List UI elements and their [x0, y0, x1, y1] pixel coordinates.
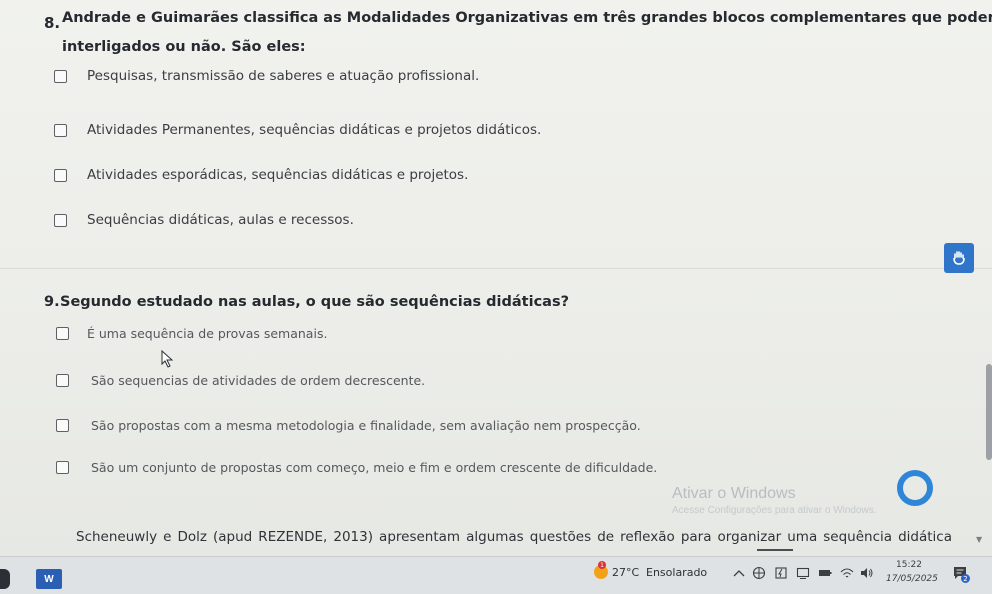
- taskbar: W 1 27°C Ensolarado 15:22 17/05/2025: [0, 556, 992, 594]
- accessibility-hand-icon[interactable]: [944, 243, 974, 273]
- mouse-pointer-icon: [160, 349, 176, 372]
- activation-watermark-subtitle: Acesse Configurações para ativar o Windo…: [672, 505, 877, 516]
- weather-alert-badge: 1: [598, 561, 606, 569]
- chevron-up-icon[interactable]: [732, 566, 746, 580]
- weather-condition[interactable]: Ensolarado: [646, 566, 707, 579]
- lightning-icon[interactable]: [774, 566, 788, 580]
- network-globe-icon[interactable]: [752, 566, 766, 580]
- question-8-option-2[interactable]: Atividades Permanentes, sequências didát…: [54, 122, 541, 138]
- option-label: Atividades Permanentes, sequências didát…: [87, 122, 542, 138]
- option-label: Sequências didáticas, aulas e recessos.: [87, 212, 354, 228]
- question-9-option-4[interactable]: São um conjunto de propostas com começo,…: [56, 460, 657, 475]
- checkbox[interactable]: [54, 123, 67, 137]
- document-page: 8. Andrade e Guimarães classifica as Mod…: [0, 0, 992, 556]
- option-label: Atividades esporádicas, sequências didát…: [87, 167, 469, 183]
- checkbox[interactable]: [54, 69, 67, 83]
- question-9-option-2[interactable]: São sequencias de atividades de ordem de…: [56, 373, 425, 388]
- chevron-down-icon[interactable]: ▼: [976, 535, 982, 544]
- question-8-number: 8.: [44, 14, 61, 32]
- scrollbar-thumb[interactable]: [986, 364, 992, 460]
- weather-temperature[interactable]: 27°C: [612, 566, 639, 579]
- option-label: São um conjunto de propostas com começo,…: [91, 460, 658, 475]
- taskbar-progress-bar: [757, 549, 793, 551]
- question-8-option-3[interactable]: Atividades esporádicas, sequências didát…: [54, 167, 468, 183]
- question-9-option-1[interactable]: É uma sequência de provas semanais.: [56, 326, 327, 341]
- option-label: É uma sequência de provas semanais.: [87, 326, 328, 341]
- display-icon[interactable]: [796, 566, 810, 580]
- loading-ring-icon: [897, 470, 933, 506]
- question-9-option-3[interactable]: São propostas com a mesma metodologia e …: [56, 418, 641, 433]
- question-8-text-line2: interligados ou não. São eles:: [62, 39, 306, 55]
- checkbox[interactable]: [56, 461, 69, 474]
- word-app-icon[interactable]: W: [36, 569, 62, 589]
- wifi-icon[interactable]: [840, 566, 854, 580]
- checkbox[interactable]: [54, 168, 67, 182]
- clock-time[interactable]: 15:22: [896, 560, 922, 570]
- question-9-text: Segundo estudado nas aulas, o que são se…: [60, 294, 570, 310]
- checkbox[interactable]: [56, 374, 69, 387]
- question-9-number: 9.: [44, 294, 60, 310]
- question-8-option-1[interactable]: Pesquisas, transmissão de saberes e atua…: [54, 68, 479, 84]
- checkbox[interactable]: [54, 213, 67, 227]
- checkbox[interactable]: [56, 327, 69, 340]
- notification-count-badge: 2: [961, 574, 970, 583]
- question-divider: [0, 268, 992, 269]
- question-8-option-4[interactable]: Sequências didáticas, aulas e recessos.: [54, 212, 354, 228]
- battery-icon[interactable]: [818, 566, 832, 580]
- option-label: São propostas com a mesma metodologia e …: [91, 418, 641, 433]
- option-label: Pesquisas, transmissão de saberes e atua…: [87, 68, 480, 84]
- question-8-text-line1: Andrade e Guimarães classifica as Modali…: [62, 10, 992, 26]
- text-paragraph: Scheneuwly e Dolz (apud REZENDE, 2013) a…: [76, 529, 952, 545]
- checkbox[interactable]: [56, 419, 69, 432]
- clock-date[interactable]: 17/05/2025: [886, 574, 938, 584]
- start-icon[interactable]: [0, 569, 10, 589]
- option-label: São sequencias de atividades de ordem de…: [91, 373, 426, 388]
- activation-watermark-title: Ativar o Windows: [672, 485, 796, 502]
- speaker-icon[interactable]: [860, 566, 874, 580]
